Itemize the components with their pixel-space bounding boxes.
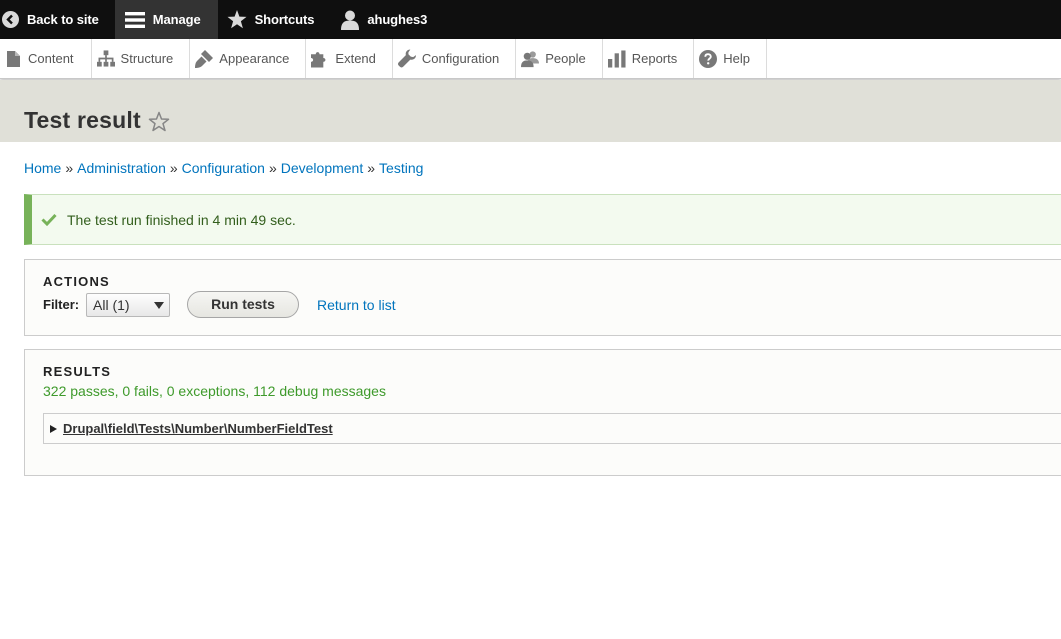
filter-select[interactable]: All (1) xyxy=(86,293,170,317)
user-label: ahughes3 xyxy=(367,12,428,27)
page-title: Test result xyxy=(24,107,141,133)
menu-item-label: Reports xyxy=(631,51,678,66)
return-to-list-link[interactable]: Return to list xyxy=(317,297,396,313)
back-to-site-link[interactable]: Back to site xyxy=(0,0,115,39)
breadcrumb-administration[interactable]: Administration xyxy=(77,160,166,176)
people-icon xyxy=(521,50,540,68)
file-icon xyxy=(4,50,22,67)
breadcrumb-configuration[interactable]: Configuration xyxy=(182,160,265,176)
chevron-left-circle-icon xyxy=(2,11,19,28)
breadcrumb-development[interactable]: Development xyxy=(281,160,364,176)
results-fieldset: RESULTS 322 passes, 0 fails, 0 exception… xyxy=(24,349,1061,476)
help-icon xyxy=(699,49,718,68)
admin-menu-tray: Content Structure Appearance Extend Conf… xyxy=(0,39,1061,79)
breadcrumb-testing[interactable]: Testing xyxy=(379,160,423,176)
breadcrumb: Home» Administration» Configuration» Develo… xyxy=(24,160,423,176)
menu-item-reports[interactable]: Reports xyxy=(603,39,695,78)
run-tests-button[interactable]: Run tests xyxy=(187,291,299,318)
test-class-name: Drupal\field\Tests\Number\NumberFieldTes… xyxy=(63,421,333,436)
breadcrumb-home[interactable]: Home xyxy=(24,160,61,176)
menu-item-label: Configuration xyxy=(421,51,500,66)
puzzle-icon xyxy=(311,50,329,68)
menu-item-label: Extend xyxy=(335,51,376,66)
menu-item-label: People xyxy=(545,51,586,66)
filter-label: Filter: xyxy=(43,297,80,312)
results-legend: RESULTS xyxy=(43,364,112,379)
caret-down-icon xyxy=(154,302,164,309)
menu-item-people[interactable]: People xyxy=(516,39,603,78)
menu-item-label: Structure xyxy=(120,51,174,66)
results-summary: 322 passes, 0 fails, 0 exceptions, 112 d… xyxy=(43,383,386,399)
filter-select-value: All (1) xyxy=(93,297,130,313)
menu-item-help[interactable]: Help xyxy=(694,39,767,78)
actions-fieldset: ACTIONS Filter: All (1) Run tests Return… xyxy=(24,259,1061,336)
manage-tab[interactable]: Manage xyxy=(114,0,218,39)
breadcrumb-separator: » xyxy=(367,160,376,176)
menu-item-content[interactable]: Content xyxy=(0,39,92,78)
breadcrumb-separator: » xyxy=(65,160,74,176)
shortcuts-label: Shortcuts xyxy=(254,12,315,27)
menu-item-configuration[interactable]: Configuration xyxy=(393,39,517,78)
test-result-row[interactable]: Drupal\field\Tests\Number\NumberFieldTes… xyxy=(43,413,1061,444)
admin-toolbar: Back to site Manage Shortcuts ahughes3 xyxy=(0,0,1061,39)
breadcrumb-separator: » xyxy=(169,160,178,176)
checkmark-icon xyxy=(41,213,57,226)
status-text: The test run finished in 4 min 49 sec. xyxy=(67,211,296,228)
menu-item-appearance[interactable]: Appearance xyxy=(190,39,307,78)
breadcrumb-separator: » xyxy=(268,160,277,176)
triangle-right-icon xyxy=(50,424,57,433)
menu-item-structure[interactable]: Structure xyxy=(92,39,191,78)
paintbrush-icon xyxy=(195,49,214,68)
user-icon xyxy=(341,10,360,30)
bar-chart-icon xyxy=(607,49,626,68)
star-outline-icon[interactable] xyxy=(148,111,170,137)
user-tab[interactable]: ahughes3 xyxy=(331,0,443,39)
star-filled-icon xyxy=(227,10,247,29)
status-message: The test run finished in 4 min 49 sec. xyxy=(24,194,1061,245)
back-to-site-label: Back to site xyxy=(27,12,99,27)
hamburger-icon xyxy=(124,11,145,28)
menu-item-label: Content xyxy=(28,51,74,66)
actions-legend: ACTIONS xyxy=(43,274,110,289)
shortcuts-tab[interactable]: Shortcuts xyxy=(218,0,332,39)
manage-label: Manage xyxy=(152,12,201,27)
wrench-icon xyxy=(397,49,416,68)
sitemap-icon xyxy=(96,50,115,67)
menu-item-label: Help xyxy=(723,51,750,66)
menu-item-extend[interactable]: Extend xyxy=(306,39,393,78)
menu-item-label: Appearance xyxy=(219,51,290,66)
